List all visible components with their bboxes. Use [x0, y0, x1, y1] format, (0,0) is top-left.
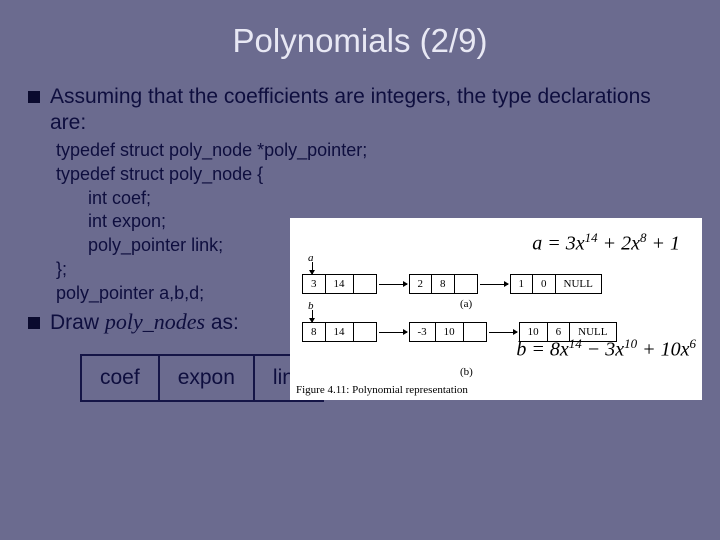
cell-coef: coef [81, 355, 159, 401]
arrow-icon [379, 332, 407, 333]
arrow-icon [480, 284, 508, 285]
node-expon: 8 [432, 275, 455, 293]
node-link [464, 323, 486, 341]
code-line: typedef struct poly_node *poly_pointer; [56, 139, 692, 163]
eq-text: + 2x [598, 233, 640, 255]
node-table: coef expon link [80, 354, 324, 402]
node-expon: 10 [436, 323, 464, 341]
cell-expon: expon [159, 355, 254, 401]
node-coef: 3 [303, 275, 326, 293]
bullet-item-1: Assuming that the coefficients are integ… [28, 84, 692, 135]
node-coef: 8 [303, 323, 326, 341]
list-node: -3 10 [409, 322, 487, 342]
node-coef: 2 [410, 275, 433, 293]
bullet2-italic: poly_nodes [105, 309, 205, 334]
node-expon: 0 [533, 275, 556, 293]
bullet-icon [28, 91, 40, 103]
list-node: 1 0 NULL [510, 274, 602, 294]
bullet-icon [28, 317, 40, 329]
eq-text: + 10x [637, 339, 689, 361]
code-line: int coef; [56, 187, 692, 211]
down-arrow-icon [312, 310, 313, 322]
node-link [354, 275, 376, 293]
node-expon: 14 [326, 323, 354, 341]
arrow-icon [489, 332, 517, 333]
node-coef: -3 [410, 323, 436, 341]
arrow-icon [379, 284, 407, 285]
eq-sup: 6 [690, 336, 697, 351]
list-node: 3 14 [302, 274, 377, 294]
node-null: NULL [556, 275, 601, 293]
subfigure-a-label: (a) [460, 298, 472, 310]
eq-text: b = 8x [516, 339, 568, 361]
eq-sup: 14 [585, 230, 598, 245]
down-arrow-icon [312, 262, 313, 274]
subfigure-b-label: (b) [460, 366, 473, 378]
eq-sup: 10 [624, 336, 637, 351]
list-node: 2 8 [409, 274, 478, 294]
node-link [354, 323, 376, 341]
bullet-text-1: Assuming that the coefficients are integ… [50, 84, 692, 135]
equation-b: b = 8x14 − 3x10 + 10x6 [516, 336, 696, 362]
page-title: Polynomials (2/9) [0, 0, 720, 72]
eq-text: − 3x [582, 339, 624, 361]
bullet2-pre: Draw [50, 311, 105, 334]
node-coef: 1 [511, 275, 534, 293]
node-link [455, 275, 477, 293]
eq-sup: 14 [569, 336, 582, 351]
equation-a: a = 3x14 + 2x8 + 1 [532, 230, 680, 256]
eq-text: + 1 [647, 233, 681, 255]
bullet-text-2: Draw poly_nodes as: [50, 309, 239, 336]
linked-list-a: 3 14 2 8 1 0 NULL [302, 274, 604, 294]
figure-polynomial: a = 3x14 + 2x8 + 1 a 3 14 2 8 1 0 NULL (… [290, 218, 702, 400]
eq-text: a = 3x [532, 233, 584, 255]
node-expon: 14 [326, 275, 354, 293]
bullet2-post: as: [205, 311, 239, 334]
figure-caption: Figure 4.11: Polynomial representation [296, 384, 468, 396]
code-line: typedef struct poly_node { [56, 163, 692, 187]
list-node: 8 14 [302, 322, 377, 342]
